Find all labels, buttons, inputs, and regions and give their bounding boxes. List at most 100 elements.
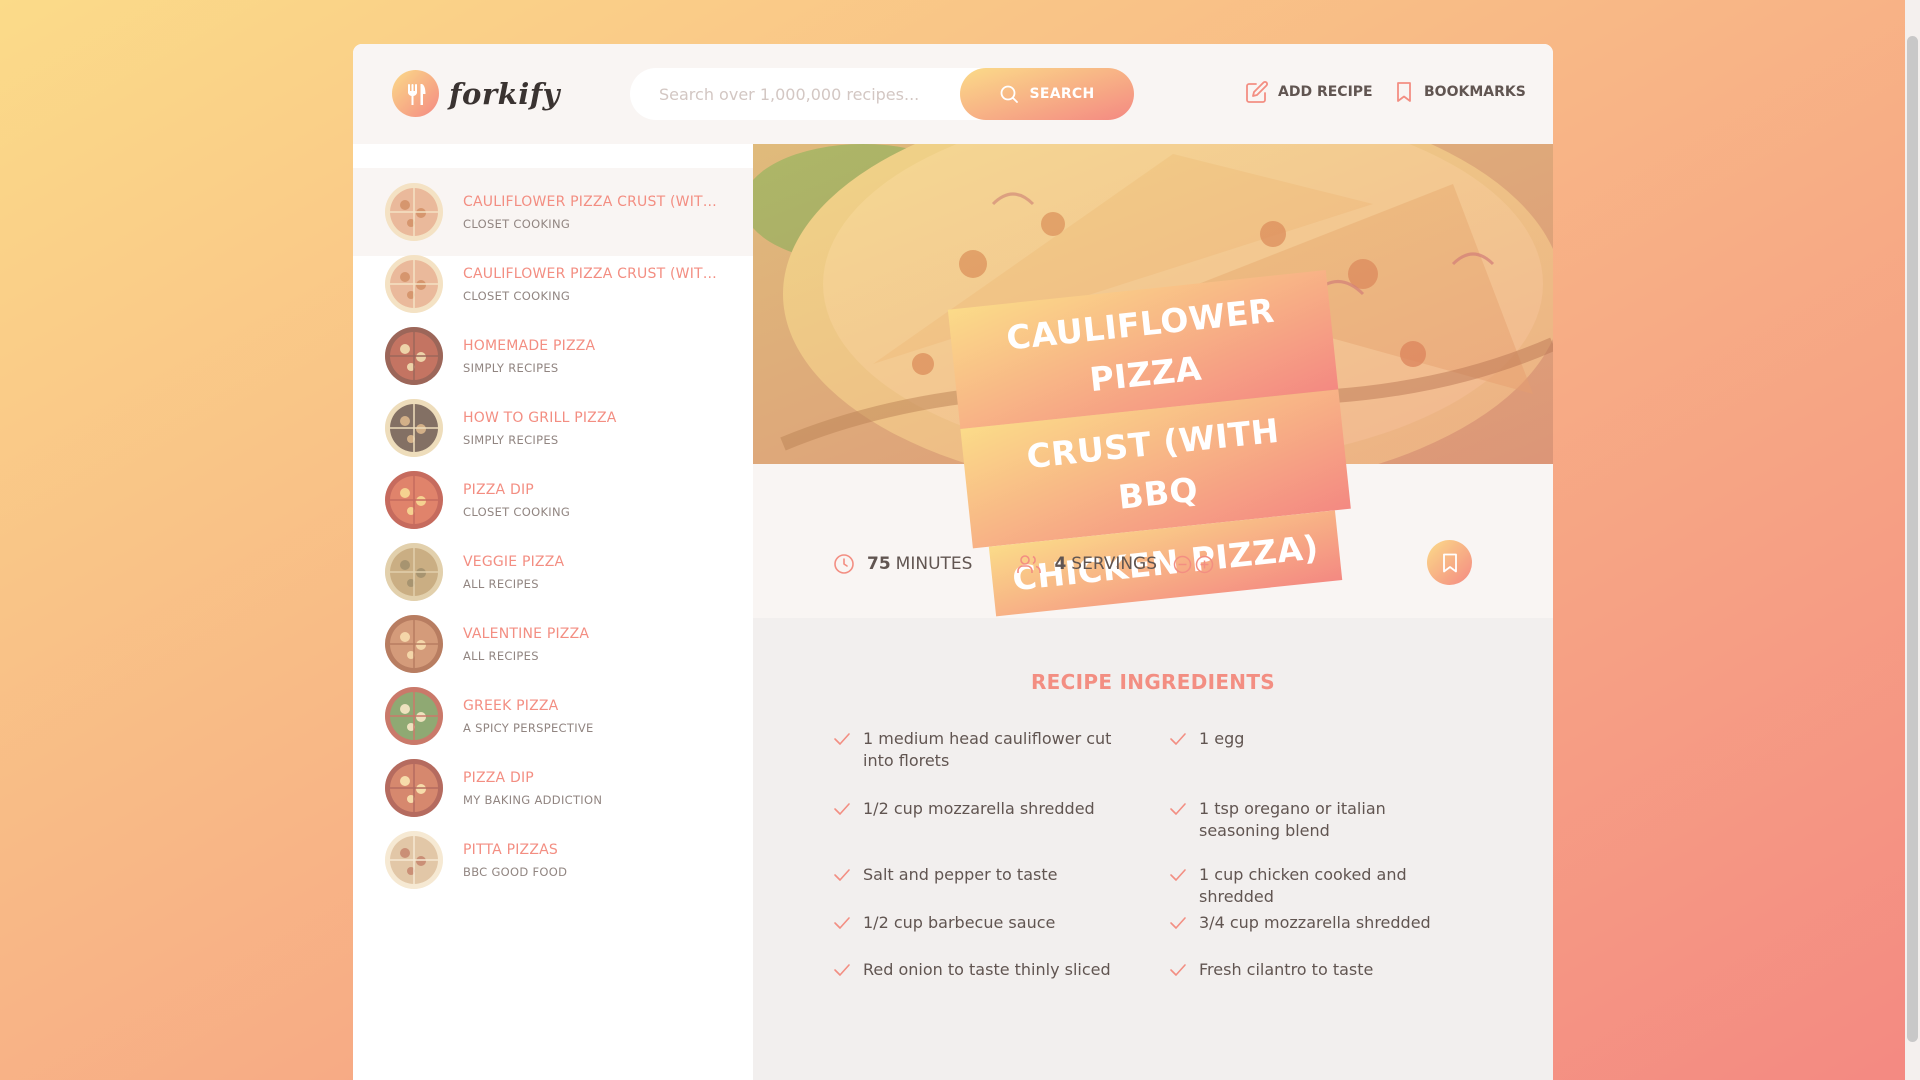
bookmark-recipe-button[interactable] (1427, 540, 1472, 585)
result-text: PITTA PIZZAS BBC GOOD FOOD (463, 842, 723, 879)
result-title: CAULIFLOWER PIZZA CRUST (WITH BBQ CHICKE… (463, 193, 723, 210)
result-item[interactable]: PITTA PIZZAS BBC GOOD FOOD (353, 816, 753, 904)
check-icon (1170, 917, 1186, 929)
result-publisher: CLOSET COOKING (463, 288, 571, 303)
result-title: CAULIFLOWER PIZZA CRUST (WITH BBQ CHICKE… (463, 265, 723, 282)
result-publisher: BBC GOOD FOOD (463, 864, 568, 879)
result-thumbnail (385, 759, 443, 817)
logo[interactable]: forkify (392, 70, 560, 117)
result-publisher: ALL RECIPES (463, 648, 539, 663)
bookmark-icon (1442, 553, 1457, 572)
result-title: HOW TO GRILL PIZZA (463, 409, 617, 426)
clock-icon (834, 554, 854, 574)
ingredient-item: 1/2 cup mozzarella shredded (833, 798, 1133, 820)
ingredient-text: 1 egg (1199, 729, 1245, 748)
result-publisher: CLOSET COOKING (463, 216, 571, 231)
ingredient-text: 1 tsp oregano or italian seasoning blend (1199, 799, 1386, 840)
result-thumbnail (385, 687, 443, 745)
result-text: CAULIFLOWER PIZZA CRUST (WITH BBQ CHICKE… (463, 266, 723, 303)
result-text: HOW TO GRILL PIZZA SIMPLY RECIPES (463, 410, 723, 447)
result-title: PIZZA DIP (463, 481, 534, 498)
result-thumbnail (385, 183, 443, 241)
result-title: HOMEMADE PIZZA (463, 337, 596, 354)
result-title: PITTA PIZZAS (463, 841, 558, 858)
check-icon (1170, 869, 1186, 881)
result-thumbnail (385, 399, 443, 457)
ingredient-item: Salt and pepper to taste (833, 864, 1133, 886)
result-publisher: SIMPLY RECIPES (463, 360, 559, 375)
recipe-details: 75 MINUTES 4 SERVINGS (833, 539, 1483, 589)
ingredient-text: 3/4 cup mozzarella shredded (1199, 913, 1431, 932)
users-icon (1017, 555, 1042, 573)
result-title: GREEK PIZZA (463, 697, 559, 714)
result-thumbnail (385, 471, 443, 529)
check-icon (834, 964, 850, 976)
result-title: VEGGIE PIZZA (463, 553, 565, 570)
check-icon (834, 803, 850, 815)
edit-icon (1246, 81, 1268, 103)
ingredient-text: 1 cup chicken cooked and shredded (1199, 865, 1407, 906)
result-title: PIZZA DIP (463, 769, 534, 786)
recipe-duration: 75 MINUTES (833, 553, 972, 575)
add-recipe-button[interactable]: ADD RECIPE (1245, 80, 1373, 104)
check-icon (1170, 803, 1186, 815)
ingredient-text: Salt and pepper to taste (863, 865, 1058, 884)
search-button[interactable]: SEARCH (960, 68, 1134, 120)
result-publisher: ALL RECIPES (463, 576, 539, 591)
bookmark-icon (1397, 82, 1411, 102)
result-thumbnail (385, 327, 443, 385)
ingredient-item: 1 medium head cauliflower cut into flore… (833, 728, 1133, 772)
result-text: GREEK PIZZA A SPICY PERSPECTIVE (463, 698, 723, 735)
fork-knife-icon (392, 70, 439, 117)
result-thumbnail (385, 615, 443, 673)
search-button-label: SEARCH (1029, 86, 1095, 102)
recipe-servings: 4 SERVINGS (1016, 553, 1214, 575)
ingredient-item: 1 cup chicken cooked and shredded (1169, 864, 1469, 908)
scrollbar-track[interactable] (1905, 0, 1920, 1080)
app-container: forkify SEARCH ADD RECIPE BOOKM (353, 44, 1553, 1080)
check-icon (1170, 964, 1186, 976)
result-text: HOMEMADE PIZZA SIMPLY RECIPES (463, 338, 723, 375)
result-publisher: CLOSET COOKING (463, 504, 571, 519)
result-text: PIZZA DIP MY BAKING ADDICTION (463, 770, 723, 807)
ingredient-text: 1 medium head cauliflower cut into flore… (863, 729, 1112, 770)
check-icon (1170, 733, 1186, 745)
servings-label: SERVINGS (1071, 554, 1158, 574)
ingredients-heading: RECIPE INGREDIENTS (1030, 670, 1275, 694)
search-icon (1001, 85, 1019, 103)
logo-text: forkify (449, 76, 561, 111)
bookmarks-button[interactable]: BOOKMARKS (1393, 80, 1526, 104)
minus-circle-icon[interactable] (1173, 555, 1192, 574)
result-text: PIZZA DIP CLOSET COOKING (463, 482, 723, 519)
result-thumbnail (385, 255, 443, 313)
search-form: SEARCH (630, 68, 1134, 120)
search-input[interactable] (630, 84, 950, 104)
ingredient-item: 3/4 cup mozzarella shredded (1169, 912, 1469, 934)
plus-circle-icon[interactable] (1195, 555, 1214, 574)
check-icon (834, 917, 850, 929)
result-text: VALENTINE PIZZA ALL RECIPES (463, 626, 723, 663)
add-recipe-label: ADD RECIPE (1278, 84, 1373, 100)
ingredient-text: Red onion to taste thinly sliced (863, 960, 1111, 979)
ingredient-item: Fresh cilantro to taste (1169, 959, 1469, 981)
bookmarks-label: BOOKMARKS (1424, 84, 1526, 100)
header: forkify SEARCH ADD RECIPE BOOKM (353, 44, 1553, 144)
ingredient-text: 1/2 cup mozzarella shredded (863, 799, 1095, 818)
result-text: CAULIFLOWER PIZZA CRUST (WITH BBQ CHICKE… (463, 194, 723, 231)
result-publisher: MY BAKING ADDICTION (463, 792, 603, 807)
ingredient-text: 1/2 cup barbecue sauce (863, 913, 1056, 932)
scrollbar-thumb[interactable] (1907, 36, 1918, 1042)
duration-label: MINUTES (895, 554, 973, 574)
check-icon (834, 869, 850, 881)
ingredient-item: 1 tsp oregano or italian seasoning blend (1169, 798, 1469, 842)
recipe-ingredients: RECIPE INGREDIENTS 1 medium head caulifl… (753, 618, 1553, 1080)
ingredient-text: Fresh cilantro to taste (1199, 960, 1374, 979)
result-publisher: SIMPLY RECIPES (463, 432, 559, 447)
result-thumbnail (385, 831, 443, 889)
duration-value: 75 (867, 554, 891, 574)
result-publisher: A SPICY PERSPECTIVE (463, 720, 594, 735)
ingredient-item: 1 egg (1169, 728, 1469, 750)
check-icon (834, 733, 850, 745)
result-thumbnail (385, 543, 443, 601)
servings-value: 4 (1054, 554, 1067, 574)
